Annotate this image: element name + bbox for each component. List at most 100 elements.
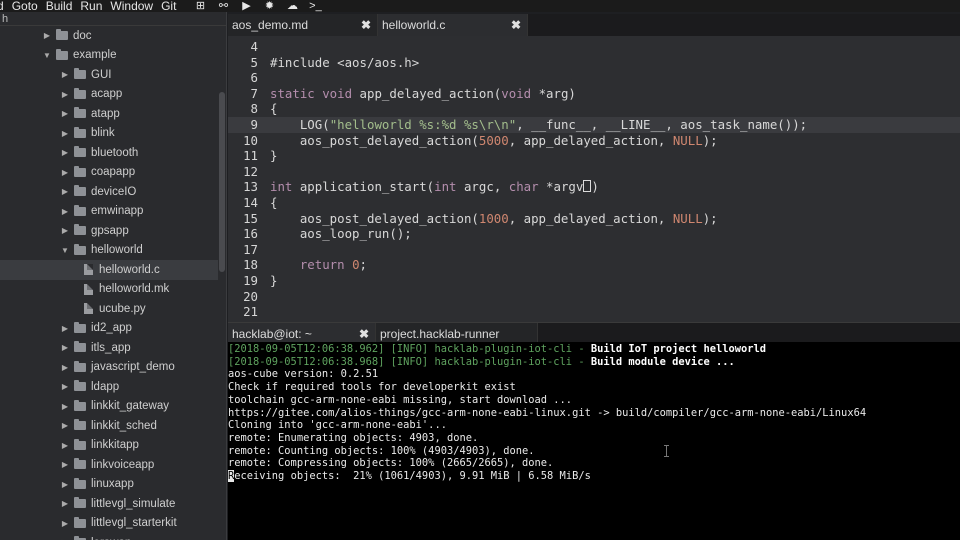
folder-icon <box>74 185 86 197</box>
menu-item-git[interactable]: Git <box>161 0 176 12</box>
tree-folder-item[interactable]: ▶ id2_app <box>0 319 218 339</box>
tree-item-label: blink <box>91 127 115 140</box>
tree-folder-item[interactable]: ▶ acapp <box>0 85 218 105</box>
menu-item-run[interactable]: Run <box>80 0 102 12</box>
tree-folder-item[interactable]: ▶ littlevgl_starterkit <box>0 514 218 534</box>
tree-folder-item[interactable]: ▶ linuxapp <box>0 475 218 495</box>
code-text: { <box>270 101 277 117</box>
chevron-right-icon[interactable]: ▶ <box>60 129 70 138</box>
cloud-upload-icon[interactable]: ☁ <box>285 0 299 12</box>
tab-label: helloworld.c <box>382 18 446 32</box>
tree-folder-item[interactable]: ▶ ldapp <box>0 377 218 397</box>
sidebar-scrollbar[interactable] <box>219 92 225 272</box>
tree-folder-item[interactable]: ▶ deviceIO <box>0 182 218 202</box>
chevron-right-icon[interactable]: ▶ <box>42 31 52 40</box>
line-number: 4 <box>250 39 258 54</box>
tree-folder-item[interactable]: ▶ littlevgl_simulate <box>0 494 218 514</box>
tree-folder-item[interactable]: ▶lorawan <box>0 533 218 540</box>
line-number: 10 <box>243 132 258 148</box>
folder-icon <box>74 380 86 392</box>
tree-folder-item[interactable]: ▼ helloworld <box>0 241 218 261</box>
play-icon[interactable]: ▶ <box>239 0 253 12</box>
chevron-right-icon[interactable]: ▶ <box>60 421 70 430</box>
tree-folder-item[interactable]: ▼ example <box>0 46 218 66</box>
tree-folder-item[interactable]: ▶ blink <box>0 124 218 144</box>
chevron-right-icon[interactable]: ▶ <box>60 324 70 333</box>
chevron-right-icon[interactable]: ▶ <box>60 226 70 235</box>
chevron-right-icon[interactable]: ▶ <box>60 90 70 99</box>
code-line: 5 #include <aos/aos.h> <box>228 55 960 71</box>
terminal-line: remote: Enumerating objects: 4903, done. <box>228 432 960 445</box>
tree-folder-item[interactable]: ▶ GUI <box>0 65 218 85</box>
tree-item-label: atapp <box>91 107 120 120</box>
terminal-line: https://gitee.com/alios-things/gcc-arm-n… <box>228 407 960 420</box>
code-line: 12 <box>228 164 960 180</box>
tree-file-item[interactable]: ucube.py <box>0 299 218 319</box>
tree-file-item[interactable]: helloworld.mk <box>0 280 218 300</box>
chevron-right-icon[interactable]: ▶ <box>60 70 70 79</box>
chevron-right-icon[interactable]: ▶ <box>60 519 70 528</box>
chevron-right-icon[interactable]: ▶ <box>60 109 70 118</box>
line-number: 7 <box>250 85 258 101</box>
code-token: int <box>434 179 457 195</box>
tree-folder-item[interactable]: ▶ javascript_demo <box>0 358 218 378</box>
menu-item-goto[interactable]: Goto <box>12 0 38 12</box>
code-token: { <box>270 195 278 210</box>
link-icon[interactable]: ⚯ <box>216 0 230 12</box>
close-icon[interactable]: ✖ <box>359 327 369 341</box>
chevron-right-icon[interactable]: ▶ <box>60 480 70 489</box>
close-icon[interactable]: ✖ <box>361 18 371 32</box>
line-number: 20 <box>243 288 258 304</box>
tree-file-item[interactable]: helloworld.c <box>0 260 218 280</box>
tree-folder-item[interactable]: ▶ linkkit_sched <box>0 416 218 436</box>
chevron-down-icon[interactable]: ▼ <box>42 51 52 60</box>
bug-icon[interactable]: ✹ <box>262 0 276 12</box>
code-line: 11} <box>228 148 960 164</box>
tree-item-label: acapp <box>91 88 123 101</box>
chevron-right-icon[interactable]: ▶ <box>60 363 70 372</box>
tab-aos-demo-md[interactable]: aos_demo.md ✖ <box>228 14 378 36</box>
chevron-right-icon[interactable]: ▶ <box>60 168 70 177</box>
tree-folder-item[interactable]: ▶ linkkit_gateway <box>0 397 218 417</box>
line-number: 17 <box>243 241 258 257</box>
tree-item-label: littlevgl_simulate <box>91 497 176 510</box>
tree-folder-item[interactable]: ▶ emwinapp <box>0 202 218 222</box>
line-number: 11 <box>243 148 258 164</box>
terminal-output[interactable]: [2018-09-05T12:06:38.962] [INFO] hacklab… <box>228 342 960 540</box>
plus-box-icon[interactable]: ⊞ <box>193 0 207 12</box>
tree-folder-item[interactable]: ▶ gpsapp <box>0 221 218 241</box>
chevron-right-icon[interactable]: ▶ <box>60 382 70 391</box>
code-token: return <box>270 257 353 273</box>
terminal-text: Cloning into 'gcc-arm-none-eabi'... <box>228 419 447 432</box>
code-token: NULL <box>672 210 703 226</box>
close-icon[interactable]: ✖ <box>511 18 521 32</box>
tree-folder-item[interactable]: ▶ itls_app <box>0 338 218 358</box>
menu-item-build[interactable]: Build <box>46 0 73 12</box>
menu-item-window[interactable]: Window <box>110 0 153 12</box>
tree-folder-item[interactable]: ▶ atapp <box>0 104 218 124</box>
chevron-right-icon[interactable]: ▶ <box>60 343 70 352</box>
tree-item-label: linuxapp <box>91 478 134 491</box>
chevron-right-icon[interactable]: ▶ <box>60 207 70 216</box>
tree-folder-item[interactable]: ▶ linkvoiceapp <box>0 455 218 475</box>
chevron-right-icon[interactable]: ▶ <box>60 499 70 508</box>
terminal-text: remote: Compressing objects: 100% (2665/… <box>228 457 554 470</box>
chevron-right-icon[interactable]: ▶ <box>60 402 70 411</box>
tree-folder-item[interactable]: ▶ doc <box>0 26 218 46</box>
code-token: , __func__, __LINE__, aos_task_name()); <box>516 117 808 132</box>
chevron-right-icon[interactable]: ▶ <box>60 187 70 196</box>
code-token: ); <box>702 210 718 226</box>
chevron-right-icon[interactable]: ▶ <box>60 148 70 157</box>
code-token: LOG( <box>270 117 330 132</box>
tree-folder-item[interactable]: ▶ bluetooth <box>0 143 218 163</box>
chevron-right-icon[interactable]: ▶ <box>60 441 70 450</box>
code-editor[interactable]: 4 5 #include <aos/aos.h> 6 7 static void app_… <box>228 36 960 335</box>
tree-folder-item[interactable]: ▶ coapapp <box>0 163 218 183</box>
chevron-down-icon[interactable]: ▼ <box>60 246 70 255</box>
menu-item-d[interactable]: d <box>0 0 4 12</box>
code-line: 20 <box>228 289 960 305</box>
terminal-icon[interactable]: >_ <box>308 0 322 12</box>
tab-helloworld-c[interactable]: helloworld.c ✖ <box>378 14 528 36</box>
tree-folder-item[interactable]: ▶ linkkitapp <box>0 436 218 456</box>
chevron-right-icon[interactable]: ▶ <box>60 460 70 469</box>
